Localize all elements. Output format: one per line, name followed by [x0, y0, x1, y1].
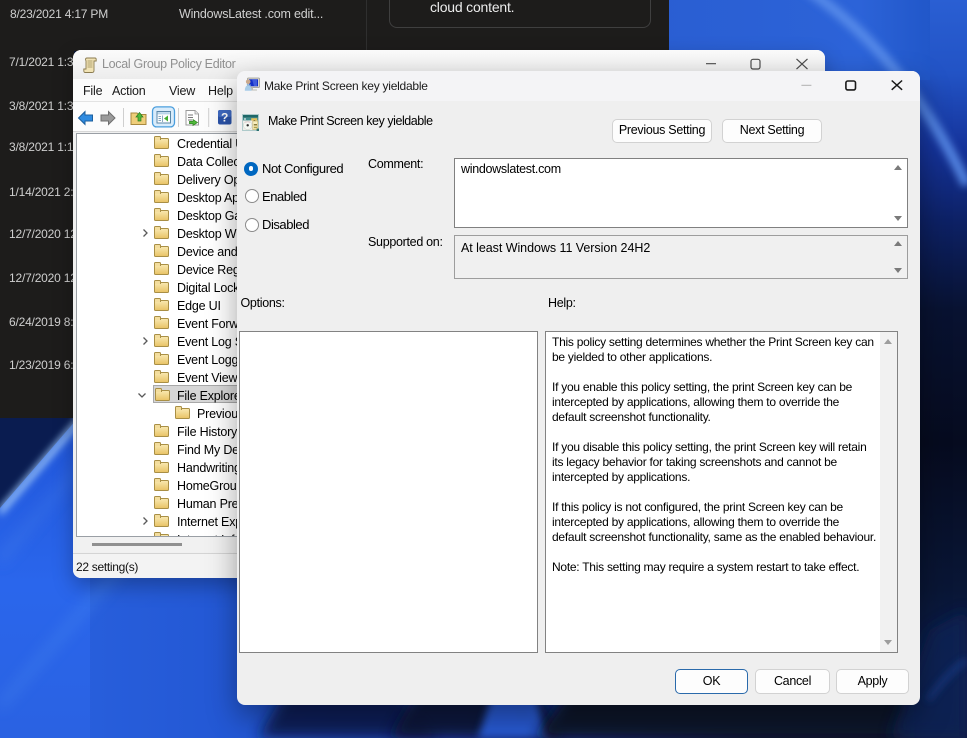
svg-text:?: ?	[221, 111, 228, 125]
